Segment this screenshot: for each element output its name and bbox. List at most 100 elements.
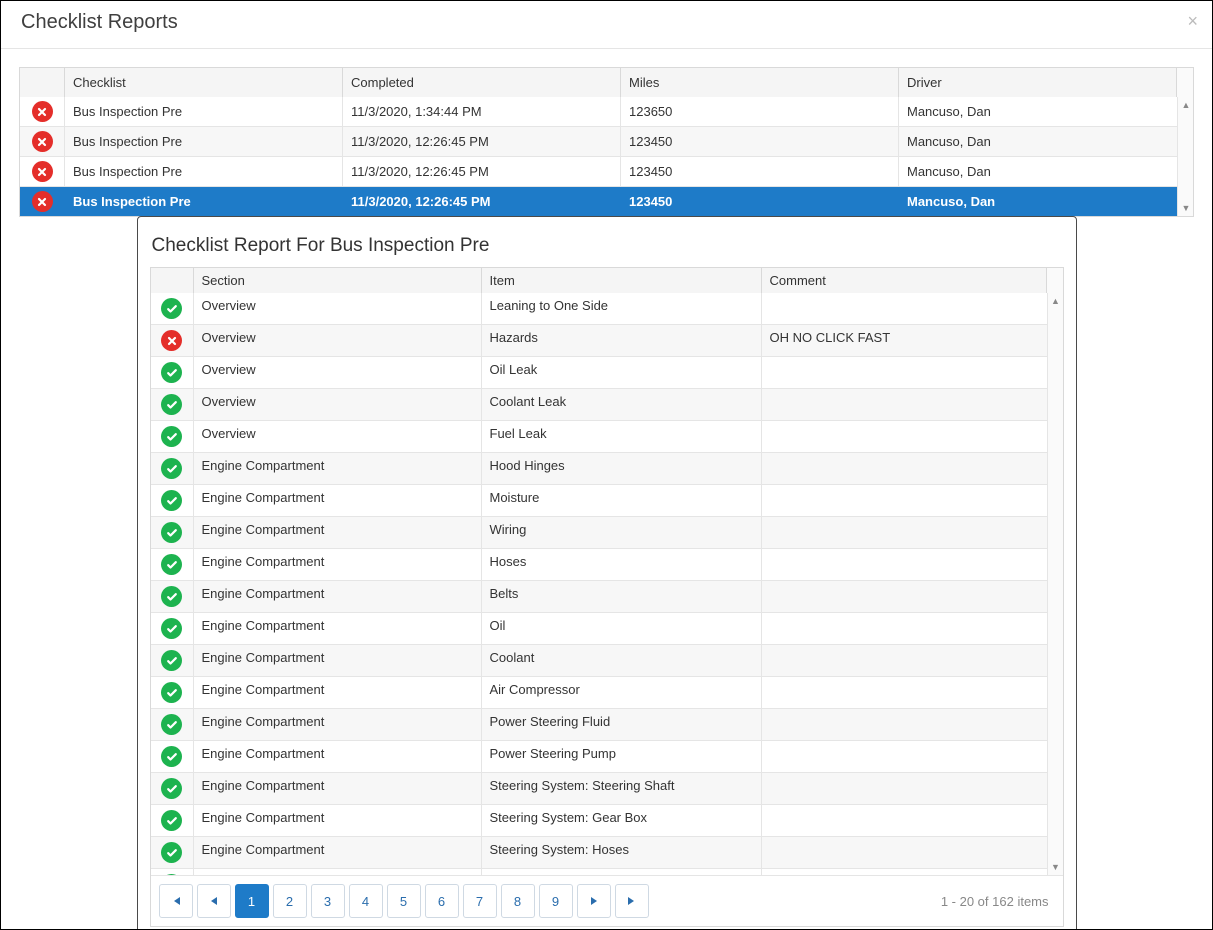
comment-cell <box>761 453 1063 484</box>
scroll-gutter <box>1176 68 1193 97</box>
detail-row[interactable]: Engine CompartmentSteering System: Pittm… <box>151 868 1063 875</box>
detail-wrap: Checklist Report For Bus Inspection Pre … <box>19 217 1194 930</box>
pager-last-icon[interactable] <box>615 884 649 918</box>
detail-panel: Checklist Report For Bus Inspection Pre … <box>137 216 1077 930</box>
status-cell <box>151 389 193 420</box>
detail-row[interactable]: OverviewOil Leak <box>151 356 1063 388</box>
detail-row[interactable]: OverviewHazardsOH NO CLICK FAST <box>151 324 1063 356</box>
close-icon[interactable]: × <box>1187 11 1198 32</box>
pager-page[interactable]: 7 <box>463 884 497 918</box>
scroll-up-icon[interactable]: ▲ <box>1178 97 1194 113</box>
comment-cell <box>761 549 1063 580</box>
section-cell: Engine Compartment <box>193 741 481 772</box>
comment-cell <box>761 837 1063 868</box>
completed-cell: 11/3/2020, 12:26:45 PM <box>342 187 620 216</box>
pager-first-icon[interactable] <box>159 884 193 918</box>
status-cell <box>20 127 64 156</box>
status-cell <box>151 293 193 324</box>
dcol-comment[interactable]: Comment <box>761 268 1046 293</box>
item-cell: Power Steering Fluid <box>481 709 761 740</box>
pager-page[interactable]: 6 <box>425 884 459 918</box>
fail-icon <box>32 191 53 212</box>
scroll-down-icon[interactable]: ▼ <box>1178 200 1194 216</box>
section-cell: Engine Compartment <box>193 517 481 548</box>
pager-page[interactable]: 5 <box>387 884 421 918</box>
status-cell <box>151 421 193 452</box>
detail-row[interactable]: Engine CompartmentMoisture <box>151 484 1063 516</box>
status-cell <box>151 869 193 875</box>
driver-cell: Mancuso, Dan <box>898 157 1193 186</box>
pass-icon <box>161 362 182 383</box>
status-cell <box>151 709 193 740</box>
status-cell <box>151 325 193 356</box>
pass-icon <box>161 746 182 767</box>
pager-page[interactable]: 8 <box>501 884 535 918</box>
scroll-up-icon[interactable]: ▲ <box>1048 293 1063 309</box>
pager-page[interactable]: 1 <box>235 884 269 918</box>
detail-row[interactable]: Engine CompartmentWiring <box>151 516 1063 548</box>
detail-row[interactable]: Engine CompartmentCoolant <box>151 644 1063 676</box>
item-cell: Steering System: Gear Box <box>481 805 761 836</box>
pass-icon <box>161 554 182 575</box>
detail-row[interactable]: OverviewCoolant Leak <box>151 388 1063 420</box>
detail-row[interactable]: OverviewFuel Leak <box>151 420 1063 452</box>
report-row[interactable]: Bus Inspection Pre11/3/2020, 12:26:45 PM… <box>20 126 1193 156</box>
col-checklist[interactable]: Checklist <box>64 68 342 97</box>
detail-row[interactable]: Engine CompartmentAir Compressor <box>151 676 1063 708</box>
detail-title: Checklist Report For Bus Inspection Pre <box>152 235 1062 257</box>
fail-icon <box>32 131 53 152</box>
col-status[interactable] <box>20 68 64 97</box>
dcol-section[interactable]: Section <box>193 268 481 293</box>
status-cell <box>151 773 193 804</box>
item-cell: Hazards <box>481 325 761 356</box>
detail-row[interactable]: Engine CompartmentPower Steering Fluid <box>151 708 1063 740</box>
checklist-cell: Bus Inspection Pre <box>64 127 342 156</box>
status-cell <box>151 453 193 484</box>
comment-cell <box>761 805 1063 836</box>
pager-prev-icon[interactable] <box>197 884 231 918</box>
comment-cell <box>761 741 1063 772</box>
reports-grid-body: Bus Inspection Pre11/3/2020, 1:34:44 PM1… <box>20 97 1193 216</box>
section-cell: Overview <box>193 325 481 356</box>
status-cell <box>151 485 193 516</box>
detail-row[interactable]: Engine CompartmentSteering System: Hoses <box>151 836 1063 868</box>
pager-page[interactable]: 9 <box>539 884 573 918</box>
completed-cell: 11/3/2020, 1:34:44 PM <box>342 97 620 126</box>
report-row[interactable]: Bus Inspection Pre11/3/2020, 12:26:45 PM… <box>20 156 1193 186</box>
reports-scrollbar[interactable]: ▲ ▼ <box>1177 97 1193 216</box>
col-driver[interactable]: Driver <box>898 68 1176 97</box>
item-cell: Hood Hinges <box>481 453 761 484</box>
detail-row[interactable]: Engine CompartmentOil <box>151 612 1063 644</box>
comment-cell <box>761 357 1063 388</box>
dcol-status[interactable] <box>151 268 193 293</box>
detail-scrollbar[interactable]: ▲ ▼ <box>1047 293 1063 875</box>
col-miles[interactable]: Miles <box>620 68 898 97</box>
scroll-down-icon[interactable]: ▼ <box>1048 859 1063 875</box>
detail-row[interactable]: Engine CompartmentSteering System: Gear … <box>151 804 1063 836</box>
item-cell: Wiring <box>481 517 761 548</box>
report-row[interactable]: Bus Inspection Pre11/3/2020, 1:34:44 PM1… <box>20 97 1193 126</box>
detail-row[interactable]: Engine CompartmentHood Hinges <box>151 452 1063 484</box>
pager-next-icon[interactable] <box>577 884 611 918</box>
comment-cell <box>761 581 1063 612</box>
report-row[interactable]: Bus Inspection Pre11/3/2020, 12:26:45 PM… <box>20 186 1193 216</box>
col-completed[interactable]: Completed <box>342 68 620 97</box>
checklist-cell: Bus Inspection Pre <box>64 157 342 186</box>
pass-icon <box>161 458 182 479</box>
item-cell: Hoses <box>481 549 761 580</box>
checklist-cell: Bus Inspection Pre <box>64 97 342 126</box>
comment-cell <box>761 485 1063 516</box>
section-cell: Overview <box>193 357 481 388</box>
pager-page[interactable]: 4 <box>349 884 383 918</box>
status-cell <box>151 677 193 708</box>
pager-page[interactable]: 2 <box>273 884 307 918</box>
detail-row[interactable]: Engine CompartmentHoses <box>151 548 1063 580</box>
pager-page[interactable]: 3 <box>311 884 345 918</box>
comment-cell <box>761 613 1063 644</box>
detail-row[interactable]: Engine CompartmentPower Steering Pump <box>151 740 1063 772</box>
detail-row[interactable]: OverviewLeaning to One Side <box>151 293 1063 324</box>
dcol-item[interactable]: Item <box>481 268 761 293</box>
section-cell: Engine Compartment <box>193 869 481 875</box>
detail-row[interactable]: Engine CompartmentSteering System: Steer… <box>151 772 1063 804</box>
detail-row[interactable]: Engine CompartmentBelts <box>151 580 1063 612</box>
